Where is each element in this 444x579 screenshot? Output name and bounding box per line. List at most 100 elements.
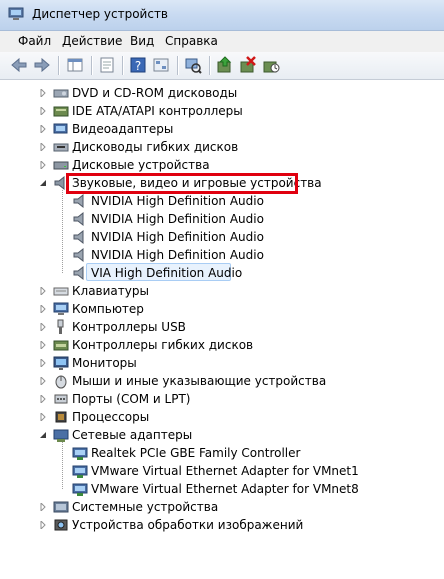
expand-arrow-icon[interactable]: [39, 143, 47, 151]
device-label: Мониторы: [72, 356, 137, 370]
menu-action[interactable]: Действие: [62, 34, 122, 48]
disk-drive-icon: [53, 161, 69, 170]
device-category-item[interactable]: Видеоадаптеры: [0, 120, 444, 138]
device-category-item[interactable]: Порты (COM и LPT): [0, 390, 444, 408]
expand-arrow-icon[interactable]: [39, 521, 47, 529]
expand-arrow-icon[interactable]: [39, 107, 47, 115]
expand-arrow-icon[interactable]: [39, 305, 47, 313]
expand-arrow-icon[interactable]: [39, 359, 47, 367]
device-category-item[interactable]: Контроллеры USB: [0, 318, 444, 336]
device-label: Дисководы гибких дисков: [72, 140, 239, 154]
imaging-devices-icon: [54, 519, 68, 531]
device-label: NVIDIA High Definition Audio: [91, 212, 264, 226]
floppy-controller-icon: [53, 340, 69, 351]
red-annotation-box: [66, 173, 298, 194]
device-view-icon[interactable]: [152, 56, 170, 74]
device-label: DVD и CD-ROM дисководы: [72, 86, 238, 100]
expand-arrow-icon[interactable]: [39, 287, 47, 295]
back-arrow-icon[interactable]: [10, 56, 28, 74]
expand-arrow-icon[interactable]: [39, 341, 47, 349]
device-tree-item[interactable]: NVIDIA High Definition Audio: [0, 246, 444, 264]
device-category-item[interactable]: Процессоры: [0, 408, 444, 426]
device-category-item[interactable]: Сетевые адаптеры: [0, 426, 444, 444]
device-category-item[interactable]: Мониторы: [0, 354, 444, 372]
device-label: VMware Virtual Ethernet Adapter for VMne…: [91, 482, 359, 496]
scan-hardware-icon[interactable]: [184, 56, 202, 74]
device-tree-item[interactable]: VMware Virtual Ethernet Adapter for VMne…: [0, 480, 444, 498]
toolbar-separator: [91, 56, 93, 75]
speaker-icon: [73, 229, 84, 245]
update-driver-icon[interactable]: [216, 56, 234, 74]
device-category-item[interactable]: IDE ATA/ATAPI контроллеры: [0, 102, 444, 120]
help-icon[interactable]: ?: [129, 56, 147, 74]
speaker-icon: [73, 193, 84, 209]
expand-arrow-icon[interactable]: [39, 323, 47, 331]
expand-arrow-icon[interactable]: [39, 503, 47, 511]
device-category-item[interactable]: Дисководы гибких дисков: [0, 138, 444, 156]
dvd-drive-icon: [53, 89, 69, 98]
device-tree-item[interactable]: NVIDIA High Definition Audio: [0, 210, 444, 228]
forward-arrow-icon[interactable]: [33, 56, 51, 74]
device-label: Системные устройства: [72, 500, 219, 514]
device-label: IDE ATA/ATAPI контроллеры: [72, 104, 243, 118]
device-tree-item[interactable]: Realtek PCIe GBE Family Controller: [0, 444, 444, 462]
device-label: Контроллеры USB: [72, 320, 186, 334]
title-bar[interactable]: Диспетчер устройств: [0, 0, 444, 31]
enable-device-icon[interactable]: [262, 56, 280, 74]
system-devices-icon: [53, 501, 69, 513]
device-label: Компьютер: [72, 302, 144, 316]
speaker-icon: [73, 247, 84, 263]
device-label: Дисковые устройства: [72, 158, 210, 172]
collapse-arrow-icon[interactable]: [39, 431, 47, 439]
display-adapter-icon: [53, 123, 68, 134]
monitor-icon: [53, 356, 69, 370]
menu-help[interactable]: Справка: [165, 34, 218, 48]
device-category-item[interactable]: Дисковые устройства: [0, 156, 444, 174]
device-category-item[interactable]: Контроллеры гибких дисков: [0, 336, 444, 354]
device-tree-item[interactable]: VIA High Definition Audio: [0, 264, 444, 282]
network-adapter-icon: [53, 429, 69, 442]
expand-arrow-icon[interactable]: [39, 377, 47, 385]
speaker-icon: [73, 265, 84, 281]
device-tree[interactable]: DVD и CD-ROM дисководы IDE ATA/ATAPI конт…: [0, 80, 444, 579]
device-category-item[interactable]: Системные устройства: [0, 498, 444, 516]
device-label: NVIDIA High Definition Audio: [91, 248, 264, 262]
properties-icon[interactable]: [98, 56, 116, 74]
menu-view[interactable]: Вид: [130, 34, 154, 48]
tree-connector-line: [62, 190, 63, 273]
device-category-item[interactable]: Компьютер: [0, 300, 444, 318]
expand-arrow-icon[interactable]: [39, 89, 47, 97]
uninstall-icon[interactable]: [239, 56, 257, 74]
expand-arrow-icon[interactable]: [39, 395, 47, 403]
expand-arrow-icon[interactable]: [39, 413, 47, 421]
mouse-icon: [55, 375, 67, 389]
device-tree-item[interactable]: NVIDIA High Definition Audio: [0, 192, 444, 210]
device-label: Видеоадаптеры: [72, 122, 174, 136]
keyboard-icon: [53, 287, 69, 296]
network-card-icon: [72, 483, 88, 496]
console-tree-icon[interactable]: [66, 56, 84, 74]
device-label: Процессоры: [72, 410, 150, 424]
device-category-item[interactable]: Клавиатуры: [0, 282, 444, 300]
expand-arrow-icon[interactable]: [39, 161, 47, 169]
device-category-item[interactable]: Мыши и иные указывающие устройства: [0, 372, 444, 390]
window-title: Диспетчер устройств: [32, 7, 169, 21]
device-tree-item[interactable]: VMware Virtual Ethernet Adapter for VMne…: [0, 462, 444, 480]
device-label: Мыши и иные указывающие устройства: [72, 374, 327, 388]
expand-arrow-icon[interactable]: [39, 125, 47, 133]
toolbar-separator: [177, 56, 179, 75]
network-card-icon: [72, 447, 88, 460]
device-category-item[interactable]: DVD и CD-ROM дисководы: [0, 84, 444, 102]
device-label: Клавиатуры: [72, 284, 149, 298]
svg-text:?: ?: [135, 59, 141, 73]
processor-icon: [55, 411, 67, 423]
device-label: Порты (COM и LPT): [72, 392, 191, 406]
menu-file[interactable]: Файл: [18, 34, 51, 48]
device-tree-item[interactable]: NVIDIA High Definition Audio: [0, 228, 444, 246]
device-label: VMware Virtual Ethernet Adapter for VMne…: [91, 464, 359, 478]
collapse-arrow-icon[interactable]: [39, 179, 47, 187]
menu-bar: Файл Действие Вид Справка: [0, 31, 444, 52]
device-category-item[interactable]: Устройства обработки изображений: [0, 516, 444, 534]
speaker-icon: [73, 211, 84, 227]
device-label: Realtek PCIe GBE Family Controller: [91, 446, 301, 460]
